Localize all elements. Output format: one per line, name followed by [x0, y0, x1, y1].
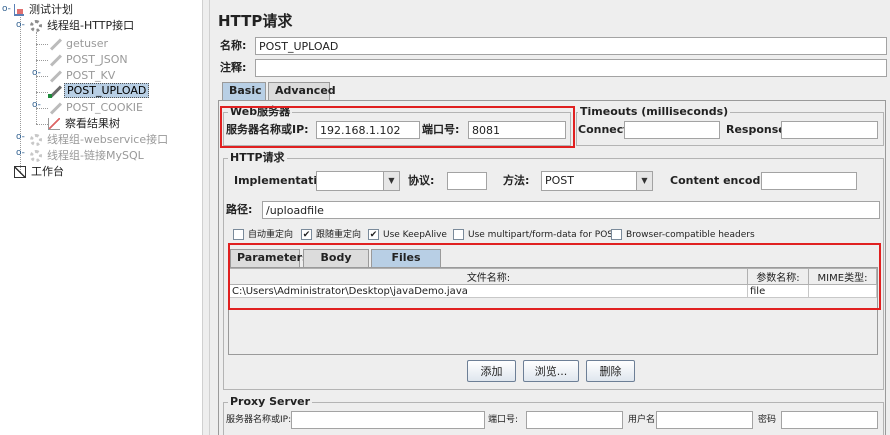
path-input[interactable] — [262, 201, 880, 219]
tree-toggle-icon[interactable]: o- — [32, 69, 41, 78]
sampler-icon — [48, 54, 61, 67]
tree-connector — [36, 60, 48, 61]
protocol-label: 协议: — [408, 174, 435, 187]
response-input[interactable] — [781, 121, 878, 139]
checkbox-keepalive[interactable]: ✔ Use KeepAlive — [368, 228, 447, 242]
checkbox-multipart[interactable]: Use multipart/form-data for POST — [453, 228, 619, 242]
checkbox-box — [233, 229, 244, 240]
tab-basic[interactable]: Basic — [222, 82, 266, 100]
tree-item-sampler[interactable]: POST_JSON — [48, 52, 130, 68]
checkbox-browser-headers[interactable]: Browser-compatible headers — [611, 228, 755, 242]
proxy-port-label: 端口号: — [488, 415, 519, 425]
comment-label: 注释: — [220, 61, 247, 74]
name-input[interactable] — [255, 37, 887, 55]
results-tree-icon — [48, 118, 60, 130]
sampler-icon — [48, 38, 61, 51]
method-select[interactable]: POST ▼ — [541, 171, 653, 191]
page-title: HTTP请求 — [218, 12, 293, 30]
tree-item-listener[interactable]: 察看结果树 — [48, 116, 122, 132]
tree-item-sampler[interactable]: POST_COOKIE — [48, 100, 145, 116]
tree-connector — [36, 44, 48, 45]
method-label: 方法: — [503, 174, 530, 187]
tree-connector — [36, 92, 48, 93]
connect-input[interactable] — [624, 121, 720, 139]
proxy-user-label: 用户名 — [628, 415, 656, 425]
tree-toggle-icon[interactable]: o- — [2, 5, 11, 14]
tree-item-test-plan[interactable]: 测试计划 — [14, 2, 75, 18]
timeouts-legend: Timeouts (milliseconds) — [578, 105, 731, 118]
browse-button[interactable]: 浏览... — [523, 360, 579, 382]
path-label: 路径: — [226, 203, 253, 216]
checkbox-follow-redirect[interactable]: ✔ 跟随重定向 — [301, 228, 361, 242]
thread-group-icon — [30, 150, 42, 162]
tree-item-workbench[interactable]: 工作台 — [14, 164, 66, 180]
split-pane-divider[interactable] — [202, 0, 210, 435]
add-button[interactable]: 添加 — [467, 360, 516, 382]
workbench-icon — [14, 166, 26, 178]
implementation-select[interactable]: ▼ — [316, 171, 400, 191]
proxy-server-legend: Proxy Server — [228, 395, 313, 408]
sampler-icon — [48, 102, 61, 115]
checkmark-icon: ✔ — [301, 229, 312, 240]
tree-item-sampler-selected[interactable]: POST_UPLOAD — [48, 83, 150, 99]
proxy-password-label: 密码 — [758, 415, 777, 425]
checkmark-icon: ✔ — [368, 229, 379, 240]
chevron-down-icon: ▼ — [383, 172, 399, 190]
proxy-port-input[interactable] — [526, 411, 623, 429]
proxy-server-input[interactable] — [291, 411, 485, 429]
name-label: 名称: — [220, 39, 247, 52]
tree-item-thread-group-ws[interactable]: 线程组-webservice接口 — [30, 132, 170, 148]
test-plan-tree[interactable]: o- o- o- o- o- o- 测试计划 线程组-HTTP接口 getuse… — [0, 0, 202, 435]
proxy-user-input[interactable] — [656, 411, 753, 429]
content-encoding-input[interactable] — [761, 172, 857, 190]
proxy-server-label: 服务器名称或IP: — [226, 415, 292, 425]
tree-toggle-icon[interactable]: o- — [16, 149, 25, 158]
tree-item-sampler[interactable]: getuser — [48, 36, 110, 52]
tree-item-sampler[interactable]: POST_KV — [48, 68, 117, 84]
tree-connector — [36, 32, 37, 124]
checkbox-auto-redirect[interactable]: 自动重定向 — [233, 228, 293, 242]
checkbox-box — [453, 229, 464, 240]
tree-toggle-icon[interactable]: o- — [32, 101, 41, 110]
tree-item-thread-group[interactable]: 线程组-HTTP接口 — [30, 18, 136, 34]
tree-connector — [36, 124, 48, 125]
delete-button[interactable]: 删除 — [586, 360, 635, 382]
http-request-legend: HTTP请求 — [228, 151, 287, 164]
tree-toggle-icon[interactable]: o- — [16, 21, 25, 30]
protocol-input[interactable] — [447, 172, 487, 190]
tree-toggle-icon[interactable]: o- — [16, 133, 25, 142]
proxy-password-input[interactable] — [781, 411, 878, 429]
tree-item-thread-group-mysql[interactable]: 线程组-链接MySQL — [30, 148, 146, 164]
chevron-down-icon: ▼ — [636, 172, 652, 190]
checkbox-box — [611, 229, 622, 240]
thread-group-icon — [30, 134, 42, 146]
sampler-icon — [48, 85, 61, 98]
comment-input[interactable] — [255, 59, 887, 77]
thread-group-icon — [30, 20, 42, 32]
sampler-icon — [48, 70, 61, 83]
http-request-panel: HTTP请求 名称: 注释: Basic Advanced Web服务器 服务器… — [210, 0, 890, 435]
tab-advanced[interactable]: Advanced — [268, 82, 336, 100]
highlight-box-web-server — [220, 106, 575, 148]
test-plan-icon — [14, 4, 24, 16]
highlight-box-files-upload — [228, 243, 881, 310]
